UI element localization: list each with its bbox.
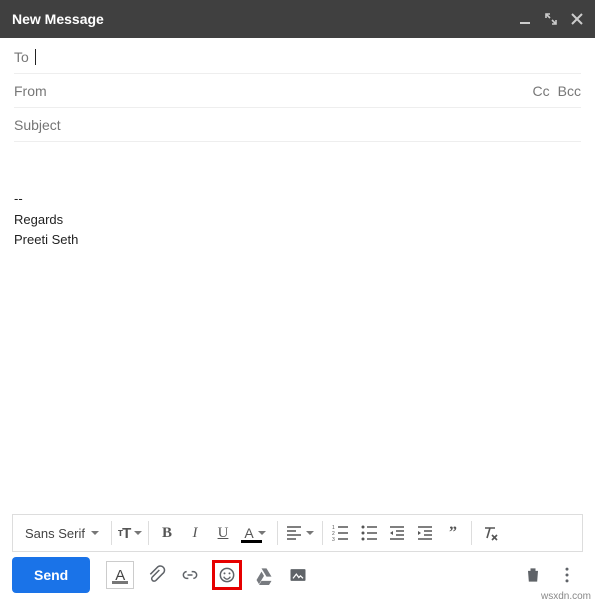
chevron-down-icon xyxy=(91,531,99,535)
font-size-dropdown[interactable]: тT xyxy=(117,520,143,546)
separator xyxy=(111,521,112,545)
insert-link-icon[interactable] xyxy=(178,563,202,587)
subject-row[interactable] xyxy=(14,108,581,142)
expand-icon[interactable] xyxy=(545,13,557,25)
compose-header: New Message xyxy=(0,0,595,38)
numbered-list-button[interactable]: 123 xyxy=(328,520,354,546)
insert-photo-icon[interactable] xyxy=(286,563,310,587)
from-row[interactable]: From Cc Bcc xyxy=(14,74,581,108)
svg-text:3: 3 xyxy=(332,537,335,542)
to-row[interactable]: To xyxy=(14,40,581,74)
bcc-button[interactable]: Bcc xyxy=(558,83,581,99)
separator xyxy=(148,521,149,545)
chevron-down-icon xyxy=(258,531,266,535)
from-input[interactable] xyxy=(53,75,533,107)
minimize-icon[interactable] xyxy=(519,13,531,25)
indent-less-button[interactable] xyxy=(384,520,410,546)
formatting-toolbar: Sans Serif тT B I U A 123 ” xyxy=(12,514,583,552)
more-options-icon[interactable] xyxy=(555,563,579,587)
cc-button[interactable]: Cc xyxy=(533,83,550,99)
attach-file-icon[interactable] xyxy=(144,563,168,587)
align-dropdown[interactable] xyxy=(283,520,317,546)
to-input[interactable] xyxy=(36,41,581,73)
google-drive-icon[interactable] xyxy=(252,563,276,587)
signature-divider: -- xyxy=(14,190,581,209)
signature-line1: Regards xyxy=(14,211,581,230)
send-toolbar: Send A xyxy=(12,556,583,594)
bold-button[interactable]: B xyxy=(154,520,180,546)
remove-formatting-button[interactable] xyxy=(477,520,503,546)
compose-title: New Message xyxy=(12,11,104,27)
send-button[interactable]: Send xyxy=(12,557,90,593)
signature-line3: Preeti Seth xyxy=(14,231,581,250)
bulleted-list-button[interactable] xyxy=(356,520,382,546)
quote-button[interactable]: ” xyxy=(440,520,466,546)
fields-area: To From Cc Bcc xyxy=(0,38,595,142)
separator xyxy=(322,521,323,545)
discard-draft-icon[interactable] xyxy=(521,563,545,587)
subject-input[interactable] xyxy=(14,109,581,141)
font-family-label: Sans Serif xyxy=(25,526,85,541)
formatting-toggle-button[interactable]: A xyxy=(106,561,134,589)
chevron-down-icon xyxy=(306,531,314,535)
insert-emoji-icon[interactable] xyxy=(212,560,242,590)
chevron-down-icon xyxy=(134,531,142,535)
text-color-dropdown[interactable]: A xyxy=(238,520,272,546)
window-controls xyxy=(519,13,583,25)
watermark: wsxdn.com xyxy=(541,591,591,602)
separator xyxy=(471,521,472,545)
indent-more-button[interactable] xyxy=(412,520,438,546)
from-label: From xyxy=(14,83,47,99)
italic-button[interactable]: I xyxy=(182,520,208,546)
underline-button[interactable]: U xyxy=(210,520,236,546)
to-label: To xyxy=(14,49,29,65)
cc-bcc-group: Cc Bcc xyxy=(533,83,581,99)
separator xyxy=(277,521,278,545)
font-family-dropdown[interactable]: Sans Serif xyxy=(17,526,107,541)
message-body[interactable]: -- Regards Preeti Seth xyxy=(14,148,581,500)
close-icon[interactable] xyxy=(571,13,583,25)
send-tool-buttons: A xyxy=(106,560,310,590)
